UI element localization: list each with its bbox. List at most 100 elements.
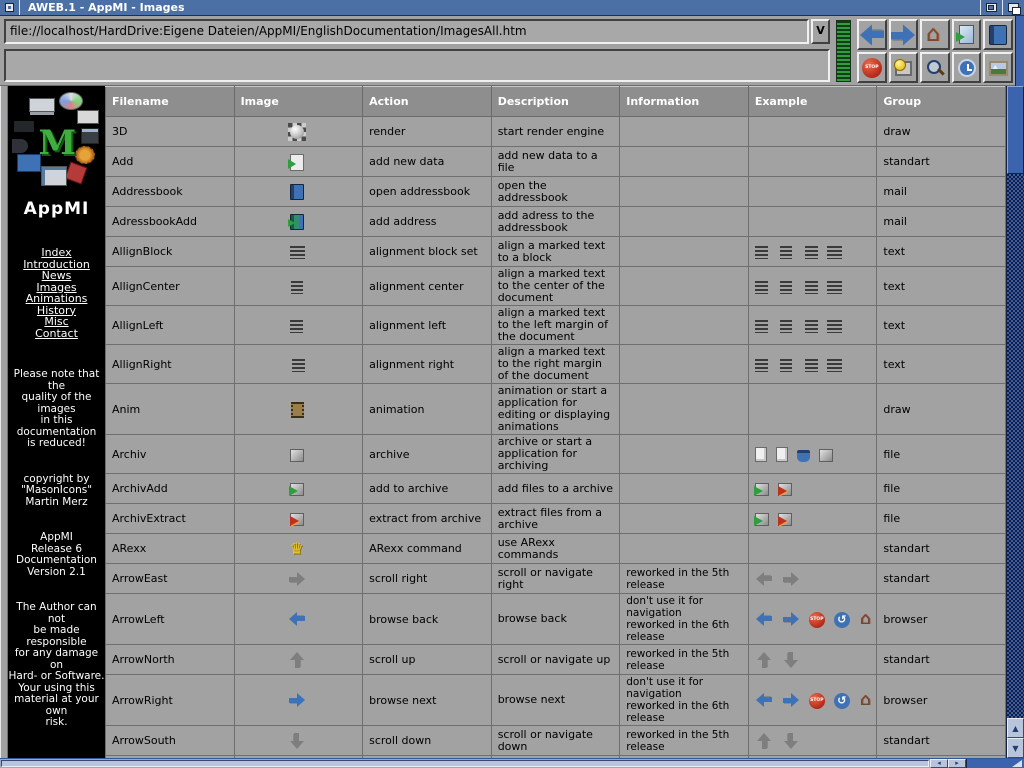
- cell-group: text: [877, 345, 1006, 384]
- cell-image: [234, 726, 363, 756]
- arrow-left-blue-icon: [755, 610, 773, 628]
- box-add-icon: [290, 483, 304, 496]
- table-row-arrowsouth: ArrowSouthscroll downscroll or navigate …: [106, 726, 1006, 756]
- cell-group: mail: [877, 207, 1006, 237]
- cell-group: file: [877, 504, 1006, 534]
- window-right-border: [1015, 16, 1024, 86]
- image-viewer-button[interactable]: [983, 52, 1013, 83]
- align-center-icon: [290, 281, 305, 294]
- home-icon: [859, 610, 877, 628]
- cell-filename: Addressbook: [106, 177, 235, 207]
- cell-image: [234, 147, 363, 177]
- sidebar-note-4: The Author can not be made responsible f…: [8, 602, 105, 729]
- zoom-gadget-button[interactable]: [980, 0, 1002, 15]
- table-row-add: Addadd new dataadd new data to a filesta…: [106, 147, 1006, 177]
- load-images-button[interactable]: [889, 52, 919, 83]
- column-header-description: Description: [491, 87, 620, 117]
- align-right-icon: [803, 281, 818, 294]
- stop-icon: [809, 612, 825, 628]
- cell-example: [748, 564, 877, 594]
- cell-group: standart: [877, 147, 1006, 177]
- sidebar-link-index[interactable]: Index: [8, 247, 105, 259]
- sidebar-link-misc[interactable]: Misc: [8, 316, 105, 328]
- sidebar-notes: Please note that the quality of the imag…: [8, 369, 105, 729]
- cell-information: [620, 237, 749, 267]
- status-field: [4, 49, 830, 82]
- arrow-north-icon: [288, 651, 306, 669]
- vertical-scrollbar-thumb[interactable]: [1007, 86, 1024, 174]
- cell-example: [748, 345, 877, 384]
- cell-image: [234, 207, 363, 237]
- column-header-information: Information: [620, 87, 749, 117]
- cell-information: reworked in the 5th release: [620, 645, 749, 675]
- sidebar-link-news[interactable]: News: [8, 270, 105, 282]
- arrow-east-icon: [782, 570, 800, 588]
- images-table: FilenameImageActionDescriptionInformatio…: [105, 86, 1006, 758]
- cell-group: standart: [877, 726, 1006, 756]
- cell-description: start render engine: [491, 117, 620, 147]
- arrow-south-icon: [782, 732, 800, 750]
- load-document-button[interactable]: [952, 19, 982, 50]
- scroll-right-icon: ▸: [955, 759, 959, 767]
- titlebar[interactable]: AWEB.1 - AppMI - Images: [0, 0, 1024, 16]
- cell-example: [748, 306, 877, 345]
- cell-example: [748, 675, 877, 726]
- stop-button[interactable]: [857, 52, 887, 83]
- cell-image: [234, 267, 363, 306]
- cell-group: file: [877, 435, 1006, 474]
- sidebar-note-3: AppMI Release 6 Documentation Version 2.…: [8, 532, 105, 578]
- cell-description: use ARexx commands: [491, 534, 620, 564]
- sidebar-link-contact[interactable]: Contact: [8, 328, 105, 340]
- url-history-popup-button[interactable]: V: [811, 19, 830, 44]
- scroll-up-button[interactable]: ▲: [1007, 718, 1024, 738]
- url-input[interactable]: file://localhost/HardDrive:Eigene Dateie…: [4, 19, 809, 44]
- close-button[interactable]: [0, 0, 20, 15]
- depth-gadget-button[interactable]: [1002, 0, 1024, 15]
- resize-corner[interactable]: [966, 759, 1024, 768]
- back-button[interactable]: [857, 19, 887, 50]
- sidebar-link-animations[interactable]: Animations: [8, 293, 105, 305]
- table-row-anim: Animanimationanimation or start a applic…: [106, 384, 1006, 435]
- cell-filename: AdressbookAdd: [106, 207, 235, 237]
- home-button[interactable]: [920, 19, 950, 50]
- vertical-scrollbar[interactable]: ▲ ▼: [1006, 86, 1024, 758]
- cell-information: [620, 384, 749, 435]
- filmstrip-icon: [291, 402, 304, 418]
- cell-information: [620, 147, 749, 177]
- scroll-left-button[interactable]: ◂: [930, 759, 948, 768]
- scroll-right-button[interactable]: ▸: [948, 759, 966, 768]
- scroll-left-icon: ◂: [937, 759, 941, 767]
- cell-information: [620, 306, 749, 345]
- scroll-down-button[interactable]: ▼: [1007, 738, 1024, 758]
- arrow-south-icon: [782, 651, 800, 669]
- align-block-icon: [827, 359, 842, 372]
- cell-information: don't use it for navigation reworked in …: [620, 594, 749, 645]
- cell-filename: AllignBlock: [106, 237, 235, 267]
- align-right-icon: [803, 320, 818, 333]
- history-button[interactable]: [952, 52, 982, 83]
- arrow-north-icon: [755, 651, 773, 669]
- url-text: file://localhost/HardDrive:Eigene Dateie…: [10, 24, 527, 38]
- cell-group: standart: [877, 534, 1006, 564]
- main-area: M AppMI IndexIntroductionNewsImagesAnima…: [0, 86, 1024, 758]
- cell-image: [234, 384, 363, 435]
- cell-example: [748, 534, 877, 564]
- zoom-gadget-icon: [986, 3, 997, 12]
- search-button[interactable]: [920, 52, 950, 83]
- cell-filename: AllignLeft: [106, 306, 235, 345]
- document-content: FilenameImageActionDescriptionInformatio…: [105, 86, 1006, 758]
- cell-group: file: [877, 474, 1006, 504]
- home-icon: [859, 691, 877, 709]
- forward-button[interactable]: [889, 19, 919, 50]
- vertical-scrollbar-track[interactable]: [1007, 174, 1024, 718]
- box-add-icon: [755, 483, 769, 496]
- calculator-icon: [81, 128, 99, 144]
- cell-filename: ArrowEast: [106, 564, 235, 594]
- reload-icon: [834, 612, 850, 628]
- hotlist-button[interactable]: [983, 19, 1013, 50]
- align-left-icon: [755, 320, 770, 333]
- cell-action: open addressbook: [363, 177, 492, 207]
- cell-description: extract files from a archive: [491, 504, 620, 534]
- cell-image: [234, 594, 363, 645]
- horizontal-scrollbar-track[interactable]: [1, 760, 929, 767]
